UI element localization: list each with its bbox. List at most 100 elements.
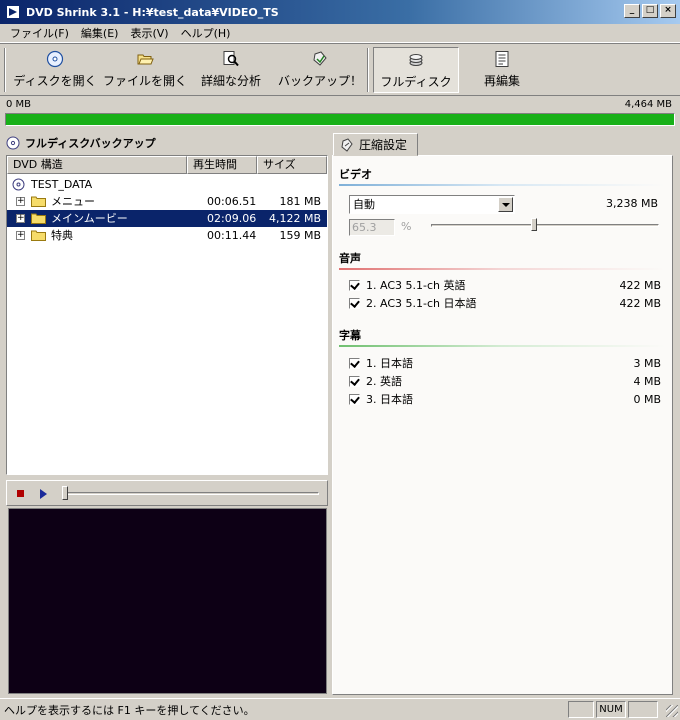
expand-toggle[interactable]: + [16, 214, 25, 223]
close-button[interactable]: × [660, 4, 676, 18]
reauthor-label: 再編集 [483, 74, 520, 88]
subtitle-track-size: 3 MB [633, 357, 661, 370]
title-bar: DVD Shrink 3.1 - H:¥test_data¥VIDEO_TS _… [0, 0, 680, 24]
toolbar-grip [4, 48, 6, 92]
audio-track-checkbox[interactable] [349, 280, 360, 291]
backup-icon [313, 51, 327, 66]
column-header-size[interactable]: サイズ [257, 156, 327, 174]
chevron-down-icon[interactable] [498, 197, 513, 212]
status-scroll-indicator [628, 701, 658, 718]
folder-icon [31, 196, 46, 207]
backup-button[interactable]: バックアップ！ [278, 47, 362, 93]
expand-toggle[interactable]: + [16, 231, 25, 240]
video-section-divider [339, 184, 665, 186]
tree-root-label: TEST_DATA [31, 178, 93, 191]
size-scale: 0 MB 4,464 MB [0, 98, 680, 112]
menu-bar: ファイル(F) 編集(E) 表示(V) ヘルプ(H) [0, 24, 680, 43]
subtitle-track-checkbox[interactable] [349, 394, 360, 405]
disc-icon [12, 178, 25, 191]
compression-slider-thumb[interactable] [530, 218, 537, 231]
title-duration: 00:11.44 [207, 229, 257, 242]
title-name: 特典 [51, 229, 73, 242]
status-caps-indicator [568, 701, 594, 718]
video-compression-mode-value: 自動 [353, 198, 375, 211]
preview-controls [6, 480, 328, 506]
tree-row-menu[interactable]: + メニュー 00:06.51 181 MB [7, 193, 327, 210]
disc-size-progress [5, 113, 675, 126]
subtitle-track-row[interactable]: 2. 英語 4 MB [349, 373, 661, 390]
full-disc-label: フルディスク [380, 75, 452, 89]
expand-toggle[interactable]: + [16, 197, 25, 206]
open-files-label: ファイルを開く [102, 74, 187, 88]
disc-icon [46, 50, 64, 68]
status-num-indicator: NUM [596, 701, 626, 718]
folder-icon [31, 213, 46, 224]
subtitle-section-title: 字幕 [339, 329, 361, 342]
maximize-button[interactable]: □ [642, 4, 658, 18]
audio-track-row[interactable]: 2. AC3 5.1-ch 日本語 422 MB [349, 295, 661, 312]
backup-mode-title: フルディスクバックアップ [25, 137, 156, 150]
menu-help[interactable]: ヘルプ(H) [175, 25, 237, 41]
subtitle-track-row[interactable]: 3. 日本語 0 MB [349, 391, 661, 408]
title-duration: 00:06.51 [207, 195, 257, 208]
minimize-button[interactable]: _ [624, 4, 640, 18]
disc-stack-icon [409, 54, 423, 66]
tree-row-extras[interactable]: + 特典 00:11.44 159 MB [7, 227, 327, 244]
window-title: DVD Shrink 3.1 - H:¥test_data¥VIDEO_TS [26, 5, 279, 19]
audio-track-size: 422 MB [619, 297, 661, 310]
size-max-label: 4,464 MB [624, 99, 672, 110]
compression-settings-panel: ビデオ 自動 3,238 MB 65.3 % 音声 1. AC3 5.1-ch … [332, 155, 673, 695]
audio-track-size: 422 MB [619, 279, 661, 292]
menu-edit[interactable]: 編集(E) [75, 25, 125, 41]
audio-track-row[interactable]: 1. AC3 5.1-ch 英語 422 MB [349, 277, 661, 294]
compression-percent-input[interactable]: 65.3 [349, 219, 395, 236]
subtitle-track-label: 1. 日本語 [366, 357, 413, 370]
seek-thumb[interactable] [62, 486, 68, 500]
open-disc-button[interactable]: ディスクを開く [12, 47, 98, 93]
open-disc-label: ディスクを開く [13, 74, 97, 88]
resize-grip[interactable] [666, 705, 678, 717]
title-duration: 02:09.06 [207, 212, 257, 225]
subtitle-track-size: 4 MB [633, 375, 661, 388]
video-section-title: ビデオ [339, 168, 372, 181]
title-size: 181 MB [279, 195, 321, 208]
status-help-text: ヘルプを表示するには F1 キーを押してください。 [4, 704, 255, 717]
dvd-structure-tree: DVD 構造 再生時間 サイズ TEST_DATA + メニュー 00:06.5… [6, 155, 328, 475]
disc-size-progress-fill [6, 114, 674, 125]
tree-root-row[interactable]: TEST_DATA [7, 176, 327, 193]
menu-view[interactable]: 表示(V) [124, 25, 174, 41]
audio-section-divider [339, 268, 665, 270]
seek-track[interactable] [65, 492, 319, 495]
reauthor-button[interactable]: 再編集 [462, 47, 542, 93]
compression-icon [341, 137, 353, 152]
menu-file[interactable]: ファイル(F) [4, 25, 75, 41]
subtitle-track-label: 2. 英語 [366, 375, 402, 388]
column-header-duration[interactable]: 再生時間 [187, 156, 257, 174]
subtitle-section-divider [339, 345, 665, 347]
toolbar: ディスクを開く ファイルを開く 詳細な分析 バックアップ！ フルディスク 再編集 [0, 43, 680, 96]
video-preview [8, 508, 327, 694]
subtitle-track-size: 0 MB [633, 393, 661, 406]
subtitle-track-checkbox[interactable] [349, 376, 360, 387]
open-files-button[interactable]: ファイルを開く [102, 47, 188, 93]
title-name: メインムービー [51, 212, 128, 225]
column-header-structure[interactable]: DVD 構造 [7, 156, 187, 174]
title-size: 4,122 MB [268, 212, 321, 225]
stop-icon[interactable] [17, 490, 24, 497]
video-compression-mode-select[interactable]: 自動 [349, 195, 515, 214]
percent-sign: % [401, 220, 412, 233]
full-disc-button[interactable]: フルディスク [373, 47, 459, 93]
tree-row-main-movie[interactable]: + メインムービー 02:09.06 4,122 MB [7, 210, 327, 227]
video-size: 3,238 MB [605, 197, 658, 210]
compression-slider-track[interactable] [431, 224, 659, 227]
tab-compression-settings[interactable]: 圧縮設定 [333, 133, 418, 156]
play-icon[interactable] [40, 489, 47, 499]
analyze-button[interactable]: 詳細な分析 [192, 47, 270, 93]
subtitle-track-row[interactable]: 1. 日本語 3 MB [349, 355, 661, 372]
status-bar: ヘルプを表示するには F1 キーを押してください。 NUM [0, 698, 680, 720]
backup-label: バックアップ！ [278, 74, 363, 88]
disc-icon [6, 136, 20, 150]
subtitle-track-checkbox[interactable] [349, 358, 360, 369]
audio-track-checkbox[interactable] [349, 298, 360, 309]
magnifier-document-icon [223, 51, 239, 67]
